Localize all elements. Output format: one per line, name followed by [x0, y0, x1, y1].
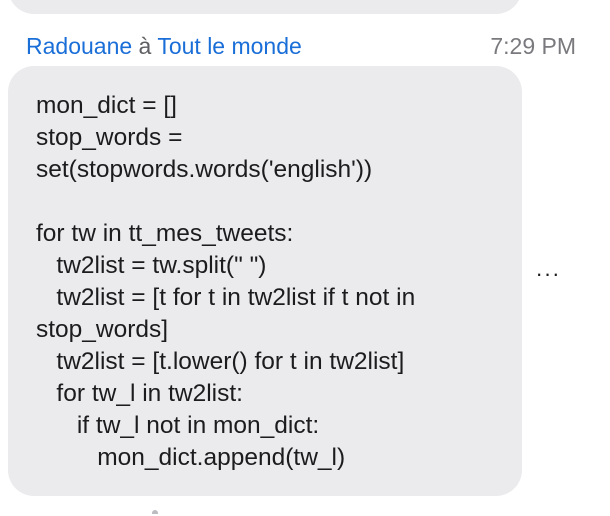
message-header: Radouane à Tout le monde 7:29 PM: [26, 30, 576, 62]
code-line-8: stop_words]: [36, 316, 169, 343]
sender-name[interactable]: Radouane: [26, 33, 132, 59]
code-line-11: if tw_l not in mon_dict:: [36, 412, 320, 439]
code-line-9: tw2list = [t.lower() for t in tw2list]: [36, 348, 405, 375]
code-line-12: mon_dict.append(tw_l): [36, 444, 346, 471]
code-line-1: mon_dict = []: [36, 92, 177, 119]
code-line-5: for tw in tt_mes_tweets:: [36, 220, 294, 247]
code-line-6: tw2list = tw.split(" "): [36, 252, 267, 279]
chat-panel: Radouane à Tout le monde 7:29 PM mon_dic…: [0, 0, 610, 516]
next-message-edge: [152, 510, 158, 514]
recipient-separator: à: [138, 33, 152, 59]
message-bubble[interactable]: mon_dict = [] stop_words = set(stopwords…: [8, 66, 522, 496]
code-line-2: stop_words =: [36, 124, 183, 151]
message-timestamp: 7:29 PM: [490, 33, 576, 59]
code-line-10: for tw_l in tw2list:: [36, 380, 243, 407]
code-line-7: tw2list = [t for t in tw2list if t not i…: [36, 284, 416, 311]
code-line-3: set(stopwords.words('english')): [36, 156, 373, 183]
recipient-name[interactable]: Tout le monde: [157, 33, 301, 59]
more-options-button[interactable]: ···: [532, 262, 564, 286]
previous-message-bubble[interactable]: [8, 0, 522, 14]
